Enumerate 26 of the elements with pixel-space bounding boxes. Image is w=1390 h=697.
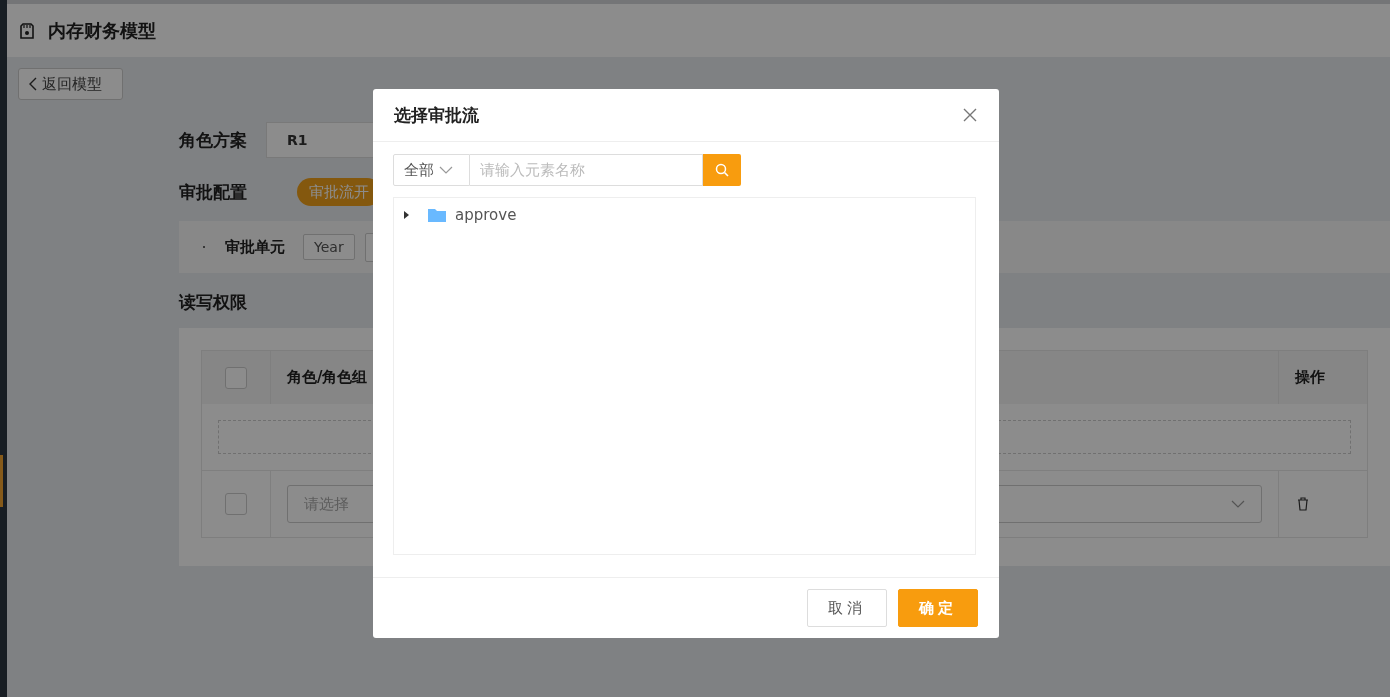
section-title: 读写权限 <box>179 291 248 314</box>
search-field[interactable]: 请输入元素名称 <box>470 154 703 186</box>
caret-right-icon[interactable] <box>402 211 410 219</box>
close-icon <box>963 108 977 122</box>
sidebar-indicator <box>0 455 3 507</box>
close-button[interactable] <box>961 106 979 124</box>
delete-button[interactable] <box>1295 495 1311 513</box>
chevron-down-icon <box>1231 500 1245 508</box>
column-header: 角色/角色组 <box>286 367 369 388</box>
dimension-tag[interactable]: Year <box>303 234 355 260</box>
sd-card-icon <box>20 22 34 39</box>
page-title: 内存财务模型 <box>48 18 156 43</box>
field-label: 审批配置 <box>179 180 248 204</box>
column-header: 操作 <box>1278 351 1367 404</box>
field-label: 审批单元 <box>225 237 285 257</box>
tree-node[interactable]: approve <box>455 206 517 224</box>
checkbox[interactable] <box>225 493 247 515</box>
checkbox[interactable] <box>225 366 247 389</box>
field-label: 角色方案 <box>179 128 248 152</box>
search-icon <box>715 163 729 177</box>
cancel-button[interactable]: 取消 <box>807 589 887 627</box>
trash-icon <box>1297 497 1309 511</box>
chevron-left-icon <box>29 77 37 91</box>
chevron-down-icon <box>439 166 453 174</box>
filter-select[interactable]: 全部 <box>393 154 470 186</box>
back-button[interactable]: 返回模型 <box>18 68 123 100</box>
